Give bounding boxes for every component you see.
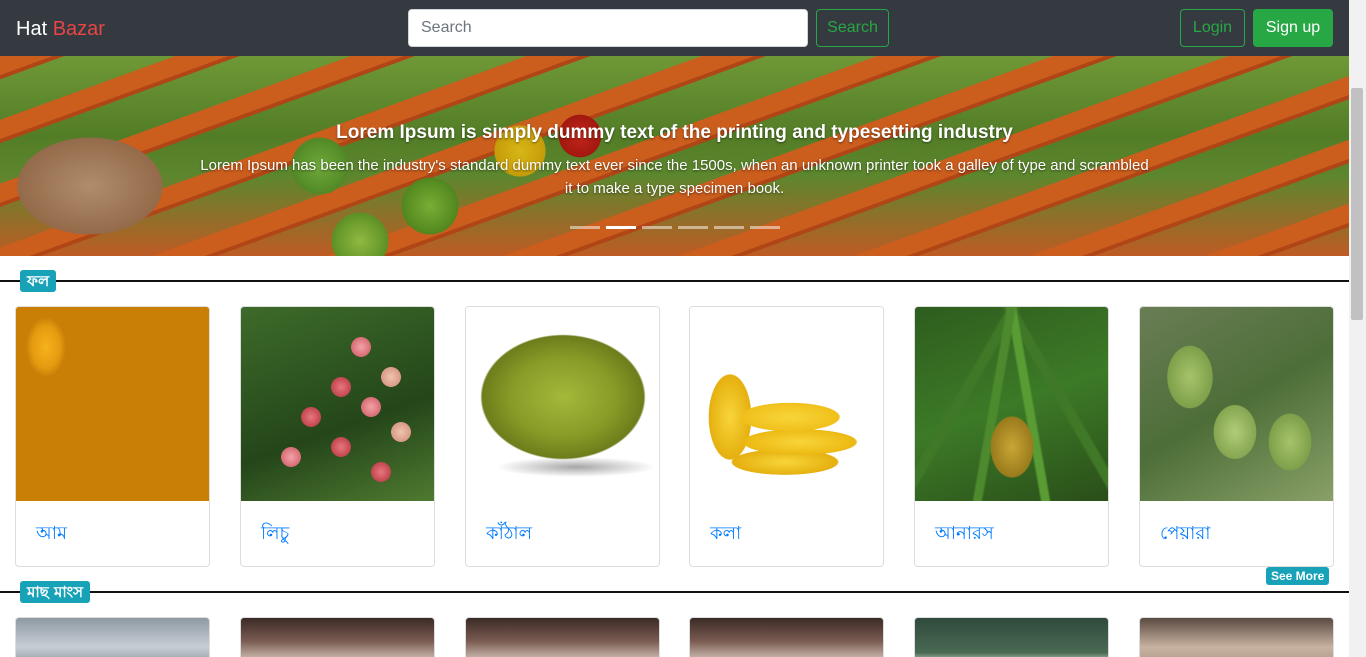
product-title[interactable]: আম [36,519,67,550]
product-title[interactable]: লিচু [261,519,289,550]
scrollbar-thumb[interactable] [1351,88,1363,320]
product-card[interactable]: কলা [689,306,884,567]
product-title[interactable]: কলা [710,519,741,550]
navbar: Hat Bazar Search Login Sign up [0,0,1349,56]
section-badge-fruits: ফল [20,270,57,292]
product-image-meat[interactable] [240,617,435,657]
signup-button[interactable]: Sign up [1253,9,1333,47]
product-card[interactable]: আম [15,306,210,567]
product-image-eggs[interactable] [1139,617,1334,657]
product-image-mango[interactable] [16,307,209,501]
carousel-indicator[interactable] [570,226,600,229]
product-image-duck[interactable] [914,617,1109,657]
see-more-button[interactable]: See More [1266,567,1330,585]
product-title[interactable]: আনারস [935,519,994,550]
carousel-indicator[interactable] [714,226,744,229]
search-button[interactable]: Search [816,9,889,47]
product-card[interactable]: লিচু [240,306,435,567]
product-card[interactable]: আনারস [914,306,1109,567]
carousel-indicator[interactable] [642,226,672,229]
section-divider [0,280,1349,282]
product-image-jackfruit[interactable] [466,307,659,501]
product-title[interactable]: পেয়ারা [1160,519,1210,550]
section-divider [0,591,1349,593]
search-input[interactable] [408,9,808,47]
product-image-guava[interactable] [1140,307,1333,501]
carousel-caption-text: Lorem Ipsum has been the industry's stan… [200,157,1149,197]
brand-logo[interactable]: Hat Bazar [16,17,105,41]
section-badge-fish-meat: মাছ মাংস [20,581,91,603]
product-title[interactable]: কাঁঠাল [486,519,532,550]
login-button[interactable]: Login [1180,9,1245,47]
product-image-banana[interactable] [690,307,883,501]
product-image-litchi[interactable] [241,307,434,501]
hero-carousel[interactable]: Lorem Ipsum is simply dummy text of the … [0,56,1349,256]
carousel-indicator[interactable] [678,226,708,229]
carousel-indicator[interactable] [750,226,780,229]
carousel-indicator-active[interactable] [606,226,636,229]
product-card[interactable]: কাঁঠাল [465,306,660,567]
carousel-caption-title: Lorem Ipsum is simply dummy text of the … [336,122,1013,143]
product-card[interactable]: পেয়ারা [1139,306,1334,567]
product-image-fish[interactable] [15,617,210,657]
page: Hat Bazar Search Login Sign up Lorem Ips… [0,0,1349,657]
brand-name-primary: Hat [16,18,48,40]
product-image-meat[interactable] [689,617,884,657]
product-image-meat[interactable] [465,617,660,657]
carousel-indicators [570,226,780,229]
product-image-pineapple[interactable] [915,307,1108,501]
brand-name-accent: Bazar [52,18,105,40]
